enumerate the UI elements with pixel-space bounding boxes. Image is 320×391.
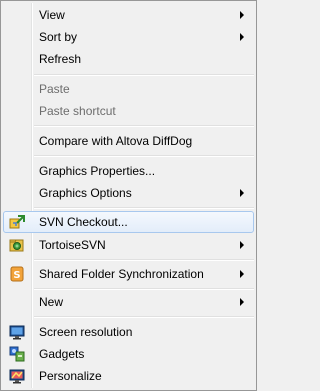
menu-item-graphics-properties[interactable]: Graphics Properties... [3,160,254,182]
svg-text:S: S [13,270,20,281]
submenu-arrow-icon [240,33,244,41]
menu-item-personalize-label: Personalize [39,369,102,383]
submenu-arrow-icon [240,241,244,249]
menu-item-compare-diffdog-label: Compare with Altova DiffDog [39,134,193,148]
gadgets-icon [9,346,25,362]
menu-separator [34,259,254,261]
menu-separator [34,316,254,318]
menu-separator [34,288,254,290]
menu-item-compare-diffdog[interactable]: Compare with Altova DiffDog [3,130,254,152]
menu-separator [34,155,254,157]
menu-item-paste[interactable]: Paste [3,78,254,100]
desktop-context-menu: View Sort by Refresh Paste Paste shortcu… [0,0,257,391]
menu-item-svn-checkout[interactable]: SVN Checkout... [3,211,254,233]
submenu-arrow-icon [240,298,244,306]
submenu-arrow-icon [240,189,244,197]
menu-item-new[interactable]: New [3,291,254,313]
menu-item-tortoise-svn[interactable]: TortoiseSVN [3,234,254,256]
menu-item-screen-resolution[interactable]: Screen resolution [3,321,254,343]
menu-item-view[interactable]: View [3,4,254,26]
menu-item-tortoise-svn-label: TortoiseSVN [39,238,106,252]
menu-item-paste-shortcut[interactable]: Paste shortcut [3,100,254,122]
svn-checkout-icon [9,214,25,230]
menu-item-graphics-properties-label: Graphics Properties... [39,164,156,178]
screen-resolution-icon [9,324,25,340]
tortoise-svn-icon [9,237,25,253]
menu-item-graphics-options[interactable]: Graphics Options [3,182,254,204]
submenu-arrow-icon [240,270,244,278]
menu-item-svn-checkout-label: SVN Checkout... [39,215,128,229]
menu-item-gadgets-label: Gadgets [39,347,85,361]
menu-separator [34,74,254,76]
menu-item-graphics-options-label: Graphics Options [39,186,132,200]
menu-item-refresh[interactable]: Refresh [3,48,254,70]
menu-item-new-label: New [39,295,64,309]
menu-item-screen-resolution-label: Screen resolution [39,325,133,339]
menu-item-gadgets[interactable]: Gadgets [3,343,254,365]
personalize-icon [9,368,25,384]
menu-item-sort-by-label: Sort by [39,30,78,44]
menu-item-refresh-label: Refresh [39,52,82,66]
shared-folder-sync-icon: S [9,266,25,282]
menu-item-shared-folder-sync[interactable]: S Shared Folder Synchronization [3,263,254,285]
menu-item-view-label: View [39,8,65,22]
menu-item-paste-shortcut-label: Paste shortcut [39,104,116,118]
submenu-arrow-icon [240,11,244,19]
menu-item-shared-folder-sync-label: Shared Folder Synchronization [39,267,204,281]
menu-item-personalize[interactable]: Personalize [3,365,254,387]
menu-item-paste-label: Paste [39,82,70,96]
menu-separator [34,207,254,209]
menu-item-sort-by[interactable]: Sort by [3,26,254,48]
menu-separator [34,125,254,127]
